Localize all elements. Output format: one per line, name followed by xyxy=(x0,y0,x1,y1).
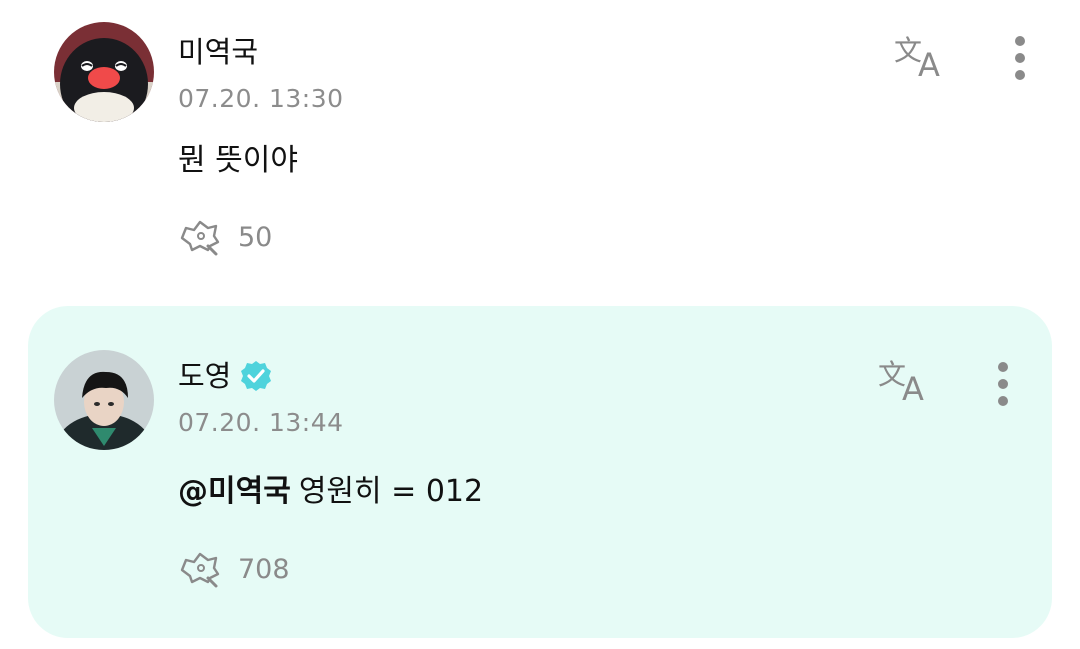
mention-link[interactable]: @미역국 xyxy=(178,474,291,509)
more-vertical-icon xyxy=(1015,36,1025,80)
translate-button[interactable]: 文 A xyxy=(892,32,952,84)
person-avatar-icon xyxy=(54,350,154,450)
penguin-avatar-icon xyxy=(54,22,154,122)
like-icon xyxy=(180,552,220,588)
translate-button[interactable]: 文 A xyxy=(876,356,936,408)
comment-text: @미역국 영원히 = 012 xyxy=(178,472,483,512)
comment-item-highlighted: 도영 07.20. 13:44 @미역국 영원히 = 012 708 文 A xyxy=(28,306,1052,638)
like-count: 50 xyxy=(238,221,273,253)
svg-text:A: A xyxy=(902,370,924,406)
comment-body: 영원히 = 012 xyxy=(298,474,484,509)
author-row: 도영 xyxy=(178,358,273,394)
svg-text:A: A xyxy=(918,46,940,82)
avatar[interactable] xyxy=(54,22,154,122)
like-count: 708 xyxy=(238,553,290,585)
comment-text: 뭔 뜻이야 xyxy=(178,141,298,181)
like-icon xyxy=(180,220,220,256)
verified-badge-icon xyxy=(241,361,272,391)
username[interactable]: 도영 xyxy=(178,358,231,394)
author-row: 미역국 xyxy=(178,34,258,70)
more-options-button[interactable] xyxy=(991,358,1015,412)
more-options-button[interactable] xyxy=(1008,32,1032,86)
comment-feed: 미역국 07.20. 13:30 뭔 뜻이야 50 文 A 도영 07.20. … xyxy=(0,0,1080,649)
like-button[interactable]: 708 xyxy=(178,548,290,590)
timestamp: 07.20. 13:44 xyxy=(178,408,344,437)
avatar[interactable] xyxy=(54,350,154,450)
more-vertical-icon xyxy=(998,362,1008,406)
translate-icon: 文 A xyxy=(878,358,924,408)
username[interactable]: 미역국 xyxy=(178,34,258,70)
timestamp: 07.20. 13:30 xyxy=(178,84,344,113)
comment-body: 뭔 뜻이야 xyxy=(178,143,298,178)
translate-icon: 文 A xyxy=(894,34,940,84)
comment-item: 미역국 07.20. 13:30 뭔 뜻이야 50 文 A xyxy=(28,0,1052,290)
like-button[interactable]: 50 xyxy=(178,216,272,258)
